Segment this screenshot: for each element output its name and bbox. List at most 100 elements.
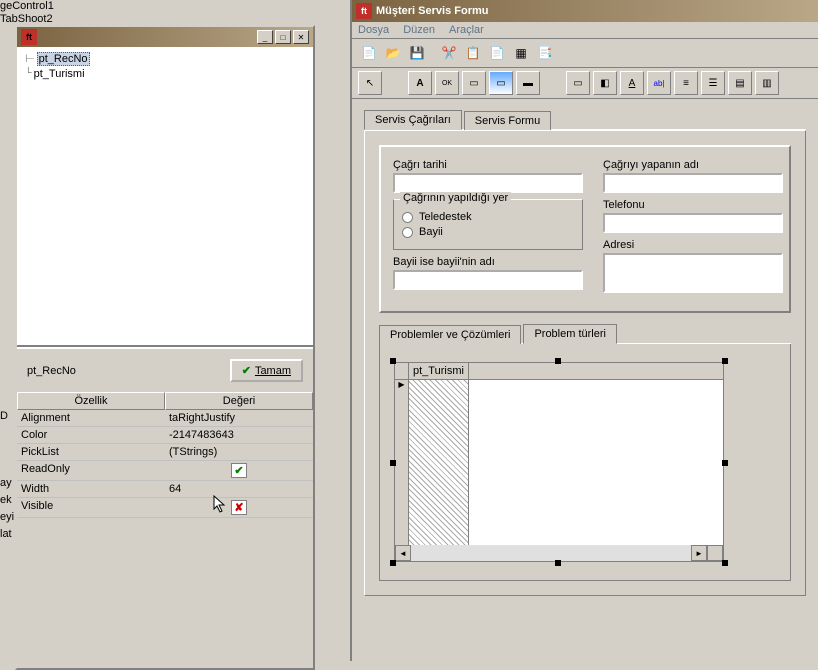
selection-handle[interactable] (390, 460, 396, 466)
align-component-icon[interactable]: ◧ (593, 71, 617, 95)
ok-button-label: Tamam (255, 365, 291, 377)
db-grid[interactable]: pt_Turismi ▶ ◄ ► (394, 362, 724, 562)
image-component-icon[interactable]: ▭ (489, 71, 513, 95)
prop-value[interactable]: ✘ (165, 498, 313, 517)
selection-handle[interactable] (555, 560, 561, 566)
scroll-right-icon[interactable]: ► (691, 545, 707, 561)
prop-name: Width (17, 481, 165, 497)
bg-fragment: lat (0, 528, 12, 540)
text-component-icon[interactable]: A (620, 71, 644, 95)
input-adresi[interactable] (603, 253, 783, 293)
label-cagri-tarihi: Çağrı tarihi (393, 159, 583, 171)
label-cagriyi-yapanin-adi: Çağrıyı yapanın adı (603, 159, 783, 171)
toolbar-grid-icon[interactable]: ▦ (510, 42, 532, 64)
selection-handle[interactable] (555, 358, 561, 364)
tab-servis-formu[interactable]: Servis Formu (464, 111, 551, 130)
selection-handle[interactable] (722, 460, 728, 466)
radio-bayii[interactable]: Bayii (402, 226, 574, 238)
menu-duzen[interactable]: Düzen (403, 24, 435, 36)
menu-dosya[interactable]: Dosya (358, 24, 389, 36)
toolbar-sheet-icon[interactable]: 📑 (534, 42, 556, 64)
object-section: pt_RecNo ✔ Tamam (17, 347, 313, 392)
radio-teledestek[interactable]: Teledestek (402, 211, 574, 223)
columns-tree[interactable]: ⊢ pt_RecNo └ pt_Turismi (17, 47, 313, 347)
prop-row-readonly[interactable]: ReadOnly ✔ (17, 461, 313, 481)
tree-item-pt-recno[interactable]: ⊢ pt_RecNo (25, 51, 305, 67)
grid-container: pt_Turismi ▶ ◄ ► (394, 362, 724, 562)
radio-label: Bayii (419, 226, 443, 238)
bg-fragment: ek (0, 494, 12, 506)
header-degeri: Değeri (165, 392, 313, 410)
toolbar-open-icon[interactable]: 📂 (382, 42, 404, 64)
designer-titlebar[interactable]: ft Müşteri Servis Formu (352, 0, 818, 22)
toolbar-new-icon[interactable]: 📄 (358, 42, 380, 64)
input-cagri-tarihi[interactable] (393, 173, 583, 193)
selection-handle[interactable] (722, 560, 728, 566)
edit-component-icon[interactable]: ab| (647, 71, 671, 95)
maximize-button[interactable]: □ (275, 30, 291, 44)
list-component-icon[interactable]: ☰ (701, 71, 725, 95)
prop-value[interactable]: 64 (165, 481, 313, 497)
prop-row-alignment[interactable]: Alignment taRightJustify (17, 410, 313, 427)
toolbar-save-icon[interactable]: 💾 (406, 42, 428, 64)
grid-data-column[interactable] (409, 380, 469, 545)
inspector-titlebar[interactable]: ft _ □ ✕ (17, 27, 313, 47)
prop-row-picklist[interactable]: PickList (TStrings) (17, 444, 313, 461)
input-bayii-adi[interactable] (393, 270, 583, 290)
scroll-left-icon[interactable]: ◄ (395, 545, 411, 561)
prop-row-visible[interactable]: Visible ✘ (17, 498, 313, 518)
grid-column-header[interactable]: pt_Turismi (409, 363, 469, 379)
bg-fragment: ay (0, 477, 12, 489)
toolbar-component-icon[interactable]: ▭ (566, 71, 590, 95)
prop-value[interactable]: ✔ (165, 461, 313, 480)
menubar: Dosya Düzen Araçlar (352, 22, 818, 39)
selection-handle[interactable] (390, 358, 396, 364)
panel-component-icon[interactable]: ▭ (462, 71, 486, 95)
check-icon: ✔ (242, 364, 251, 377)
input-telefonu[interactable] (603, 213, 783, 233)
shape-component-icon[interactable]: ▬ (516, 71, 540, 95)
grid-empty-area (469, 380, 723, 545)
groupbox-cagrinin-yapildigi-yer: Çağrının yapıldığı yer Teledestek Bayii (393, 199, 583, 250)
tab-problemler[interactable]: Problemler ve Çözümleri (379, 325, 521, 344)
inner-tabs: Problemler ve Çözümleri Problem türleri (379, 323, 791, 344)
selection-handle[interactable] (722, 358, 728, 364)
label-component-icon[interactable]: A (408, 71, 432, 95)
prop-row-width[interactable]: Width 64 (17, 481, 313, 498)
prop-value[interactable]: (TStrings) (165, 444, 313, 460)
ok-button[interactable]: ✔ Tamam (230, 359, 303, 382)
minimize-button[interactable]: _ (257, 30, 273, 44)
app-icon: ft (21, 29, 37, 45)
main-tabs: Servis Çağrıları Servis Formu (364, 109, 806, 130)
tab-problem-turleri[interactable]: Problem türleri (523, 324, 617, 344)
toolbar-cut-icon[interactable]: ✂️ (438, 42, 460, 64)
selector-tool-icon[interactable]: ↖ (358, 71, 382, 95)
memo-component-icon[interactable]: ≡ (674, 71, 698, 95)
selection-handle[interactable] (390, 560, 396, 566)
close-button[interactable]: ✕ (293, 30, 309, 44)
prop-value[interactable]: -2147483643 (165, 427, 313, 443)
window-title: Müşteri Servis Formu (376, 5, 488, 17)
grid-body: ▶ (395, 380, 723, 545)
menu-araclar[interactable]: Araçlar (449, 24, 484, 36)
tree-item-pt-turismi[interactable]: └ pt_Turismi (25, 67, 305, 81)
label-telefonu: Telefonu (603, 199, 783, 211)
scroll-track[interactable] (411, 545, 691, 561)
prop-name: ReadOnly (17, 461, 165, 480)
tree-item-label: pt_RecNo (37, 52, 90, 66)
toolbar-paste-icon[interactable]: 📄 (486, 42, 508, 64)
header-ozellik: Özellik (17, 392, 165, 410)
nav-component-icon[interactable]: ▥ (755, 71, 779, 95)
prop-row-color[interactable]: Color -2147483643 (17, 427, 313, 444)
property-grid-empty (17, 518, 313, 668)
button-component-icon[interactable]: OK (435, 71, 459, 95)
design-canvas: Servis Çağrıları Servis Formu Çağrı tari… (352, 99, 818, 606)
toolbar-copy-icon[interactable]: 📋 (462, 42, 484, 64)
bg-fragment: D (0, 410, 8, 422)
prop-name: Color (17, 427, 165, 443)
input-cagriyi-yapanin-adi[interactable] (603, 173, 783, 193)
label-adresi: Adresi (603, 239, 783, 251)
grid-component-icon[interactable]: ▤ (728, 71, 752, 95)
prop-value[interactable]: taRightJustify (165, 410, 313, 426)
tab-servis-cagrilari[interactable]: Servis Çağrıları (364, 110, 462, 130)
